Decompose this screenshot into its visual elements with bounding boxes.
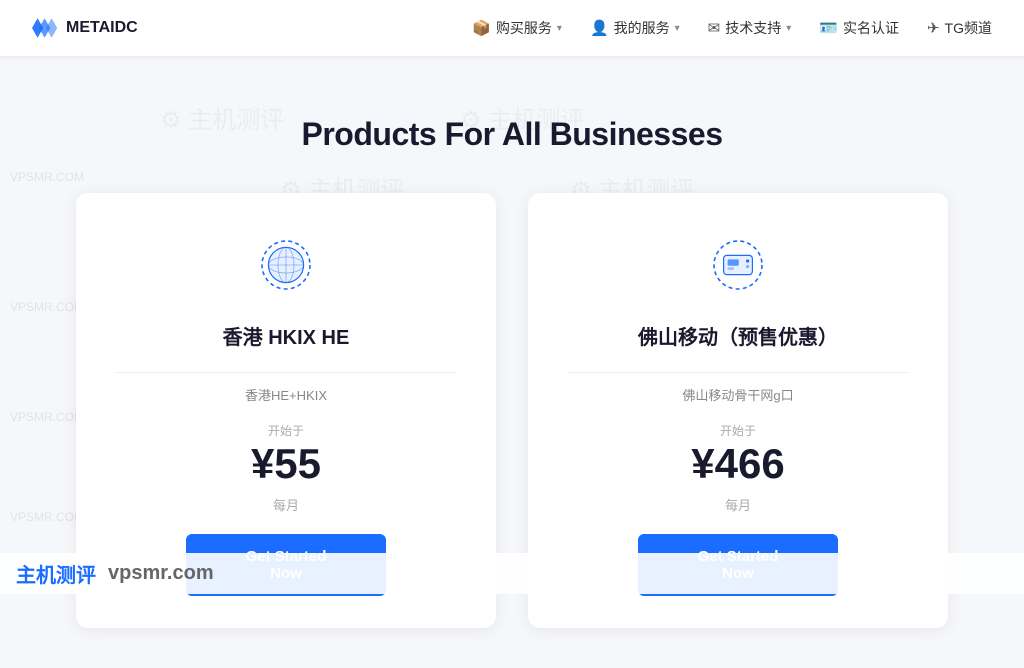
- id-icon: 🪪: [819, 19, 838, 37]
- card-subtitle-foshan: 佛山移动骨干网g口: [682, 385, 793, 404]
- navbar: METAIDC 📦 购买服务 ▾ 👤 我的服务 ▾ ✉ 技术支持 ▾ 🪪 实名认…: [0, 0, 1024, 56]
- price-label-foshan: 开始于: [691, 422, 784, 439]
- price-period-foshan: 每月: [725, 495, 751, 514]
- nav-item-buy-label: 购买服务: [496, 18, 552, 38]
- card-title-foshan: 佛山移动（预售优惠）: [638, 321, 838, 350]
- logo-text: METAIDC: [66, 19, 138, 37]
- nav-item-buy[interactable]: 📦 购买服务 ▾: [472, 18, 562, 38]
- chevron-down-icon: ▾: [557, 23, 562, 34]
- price-value-hk: ¥55: [251, 441, 321, 487]
- card-icon-server: [702, 229, 774, 301]
- nav-item-realname-label: 实名认证: [843, 18, 899, 38]
- price-section-hk: 开始于 ¥55: [251, 422, 321, 487]
- server-icon: [706, 233, 770, 297]
- nav-item-support[interactable]: ✉ 技术支持 ▾: [708, 18, 792, 38]
- card-subtitle-hk: 香港HE+HKIX: [245, 385, 327, 404]
- price-label-hk: 开始于: [251, 422, 321, 439]
- nav-item-my-service-label: 我的服务: [614, 18, 670, 38]
- price-section-foshan: 开始于 ¥466: [691, 422, 784, 487]
- price-period-hk: 每月: [273, 495, 299, 514]
- globe-icon: [254, 233, 318, 297]
- bottom-wm-english: vpsmr.com: [108, 562, 214, 585]
- chevron-down-icon-3: ▾: [786, 23, 791, 34]
- mail-icon: ✉: [708, 19, 721, 37]
- nav-item-tg-label: TG频道: [945, 18, 992, 38]
- telegram-icon: ✈: [927, 19, 940, 37]
- divider-foshan: [568, 372, 908, 373]
- price-value-foshan: ¥466: [691, 441, 784, 487]
- chevron-down-icon-2: ▾: [675, 23, 680, 34]
- logo[interactable]: METAIDC: [32, 18, 138, 38]
- logo-icon: [32, 18, 60, 38]
- nav-links: 📦 购买服务 ▾ 👤 我的服务 ▾ ✉ 技术支持 ▾ 🪪 实名认证 ✈ TG频道: [472, 18, 992, 38]
- section-title: Products For All Businesses: [40, 116, 984, 153]
- bottom-watermark-bar: 主机测评 vpsmr.com: [0, 553, 1024, 594]
- card-title-hk: 香港 HKIX HE: [223, 321, 350, 350]
- divider-hk: [116, 372, 456, 373]
- user-icon: 👤: [590, 19, 609, 37]
- nav-item-my-service[interactable]: 👤 我的服务 ▾: [590, 18, 680, 38]
- nav-item-realname[interactable]: 🪪 实名认证: [819, 18, 899, 38]
- bottom-wm-chinese: 主机测评: [16, 559, 96, 588]
- box-icon: 📦: [472, 19, 491, 37]
- nav-item-support-label: 技术支持: [725, 18, 781, 38]
- card-icon-globe: [250, 229, 322, 301]
- nav-item-tg[interactable]: ✈ TG频道: [927, 18, 992, 38]
